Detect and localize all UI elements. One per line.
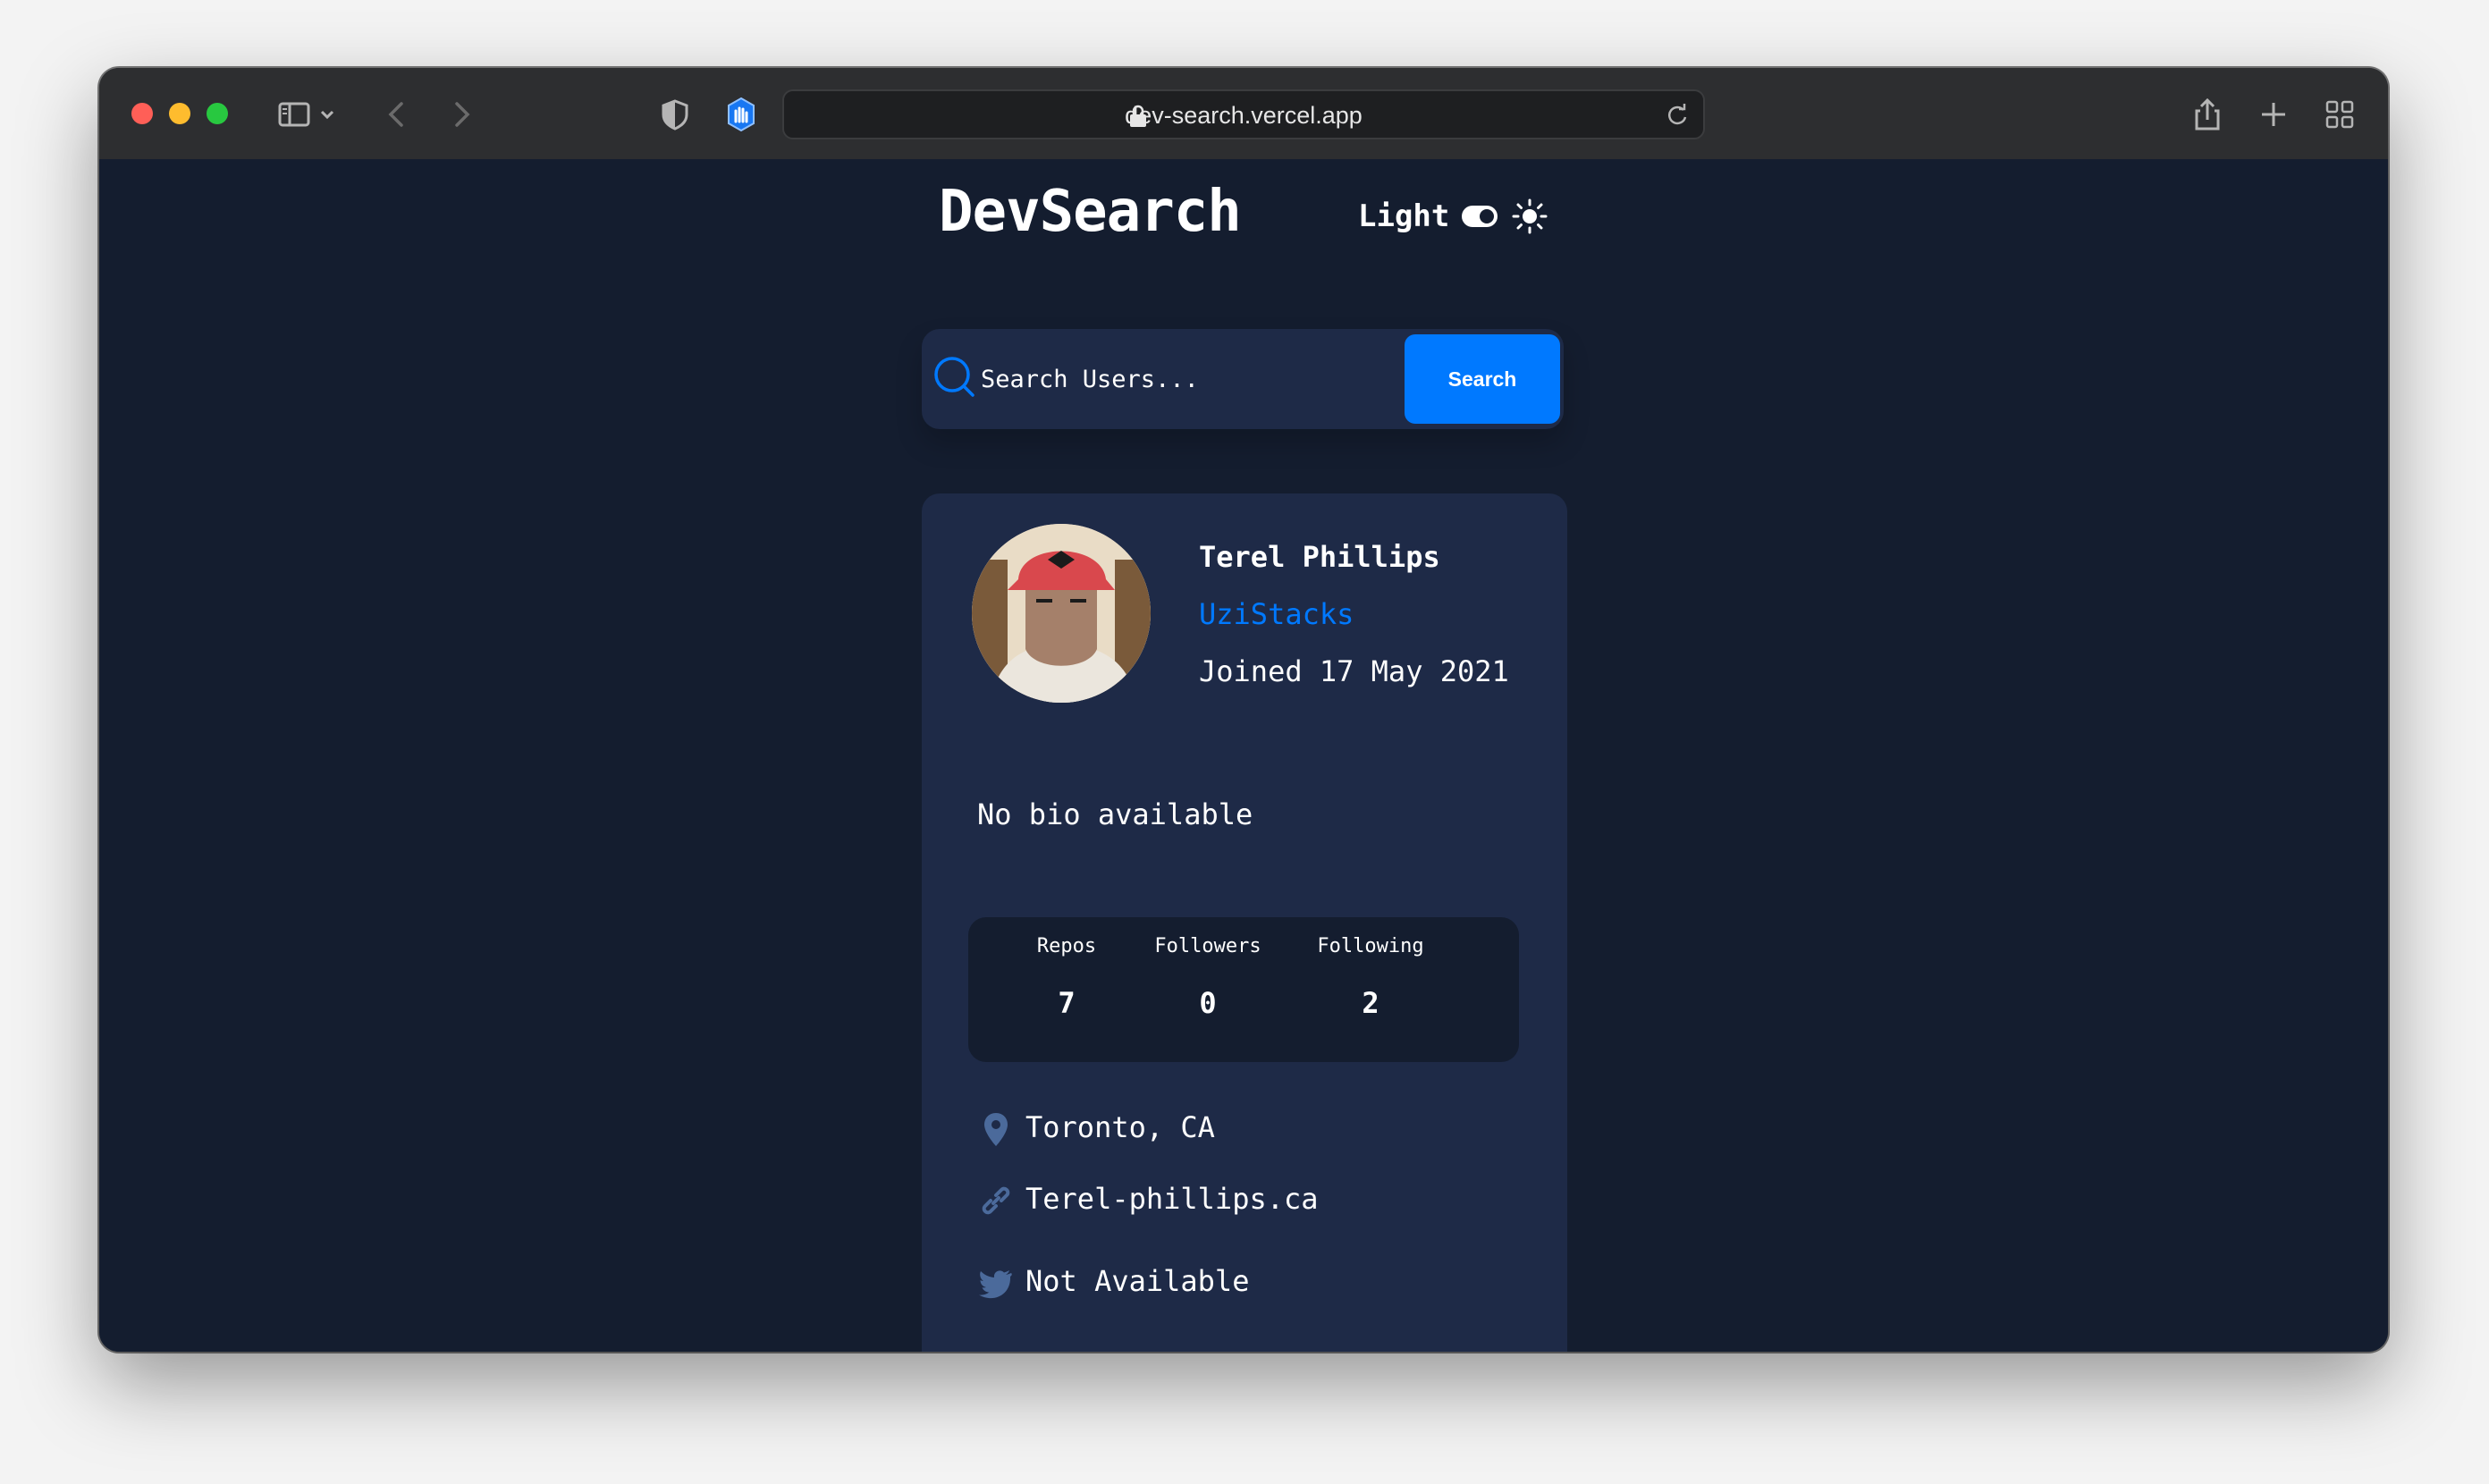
twitter-text: Not Available	[1025, 1264, 1250, 1298]
stat-label: Followers	[1154, 935, 1261, 957]
theme-label[interactable]: Light	[1358, 198, 1449, 234]
location-pin-icon	[984, 1113, 1008, 1146]
stats-panel: Repos 7 Followers 0 Following 2	[968, 917, 1519, 1062]
stat-following: Following 2	[1290, 935, 1451, 1020]
chevron-down-icon[interactable]	[314, 89, 341, 139]
location-text: Toronto, CA	[1025, 1110, 1215, 1144]
stat-label: Following	[1317, 935, 1424, 957]
stat-value: 7	[1058, 986, 1076, 1020]
app-title: DevSearch	[939, 179, 1242, 245]
search-icon	[934, 357, 975, 397]
search-bar: Search	[922, 329, 1564, 429]
theme-toggle[interactable]	[1462, 206, 1498, 227]
sun-icon[interactable]	[1512, 198, 1548, 234]
stat-followers: Followers 0	[1127, 935, 1288, 1020]
zoom-window-button[interactable]	[207, 103, 228, 124]
page-content: DevSearch Light Search Users... Search T…	[99, 159, 2388, 1352]
back-arrow-icon[interactable]	[373, 89, 423, 139]
toggle-knob	[1480, 209, 1494, 223]
profile-card: Terel Phillips UziStacks Joined 17 May 2…	[922, 493, 1567, 1352]
address-bar[interactable]: dev-search.vercel.app	[782, 89, 1705, 139]
tab-overview-icon[interactable]	[2315, 89, 2365, 139]
stat-label: Repos	[1036, 935, 1097, 957]
sidebar-toggle-icon[interactable]	[269, 89, 319, 139]
link-icon	[982, 1186, 1010, 1215]
new-tab-icon[interactable]	[2249, 89, 2299, 139]
close-window-button[interactable]	[131, 103, 153, 124]
forward-arrow-icon[interactable]	[435, 89, 485, 139]
stat-value: 2	[1362, 986, 1379, 1020]
privacy-shield-icon[interactable]	[650, 89, 700, 139]
minimize-window-button[interactable]	[169, 103, 190, 124]
search-input[interactable]	[979, 356, 1394, 402]
twitter-bird-icon	[979, 1270, 1012, 1299]
extension-blocker-icon[interactable]	[716, 89, 766, 139]
search-button[interactable]: Search	[1405, 334, 1560, 424]
joined-date: Joined 17 May 2021	[1199, 654, 1509, 688]
share-icon[interactable]	[2182, 89, 2232, 139]
browser-toolbar: dev-search.vercel.app	[99, 68, 2388, 161]
website-link[interactable]: Terel-phillips.ca	[1025, 1182, 1319, 1216]
stat-repos: Repos 7	[986, 935, 1147, 1020]
user-bio: No bio available	[977, 797, 1253, 831]
user-name: Terel Phillips	[1199, 540, 1440, 574]
url-text: dev-search.vercel.app	[1125, 102, 1363, 129]
avatar	[972, 524, 1151, 703]
user-login-link[interactable]: UziStacks	[1199, 597, 1354, 631]
reload-icon[interactable]	[1664, 102, 1691, 129]
browser-window: dev-search.vercel.app DevSearch Light Se…	[99, 68, 2388, 1352]
stat-value: 0	[1199, 986, 1217, 1020]
